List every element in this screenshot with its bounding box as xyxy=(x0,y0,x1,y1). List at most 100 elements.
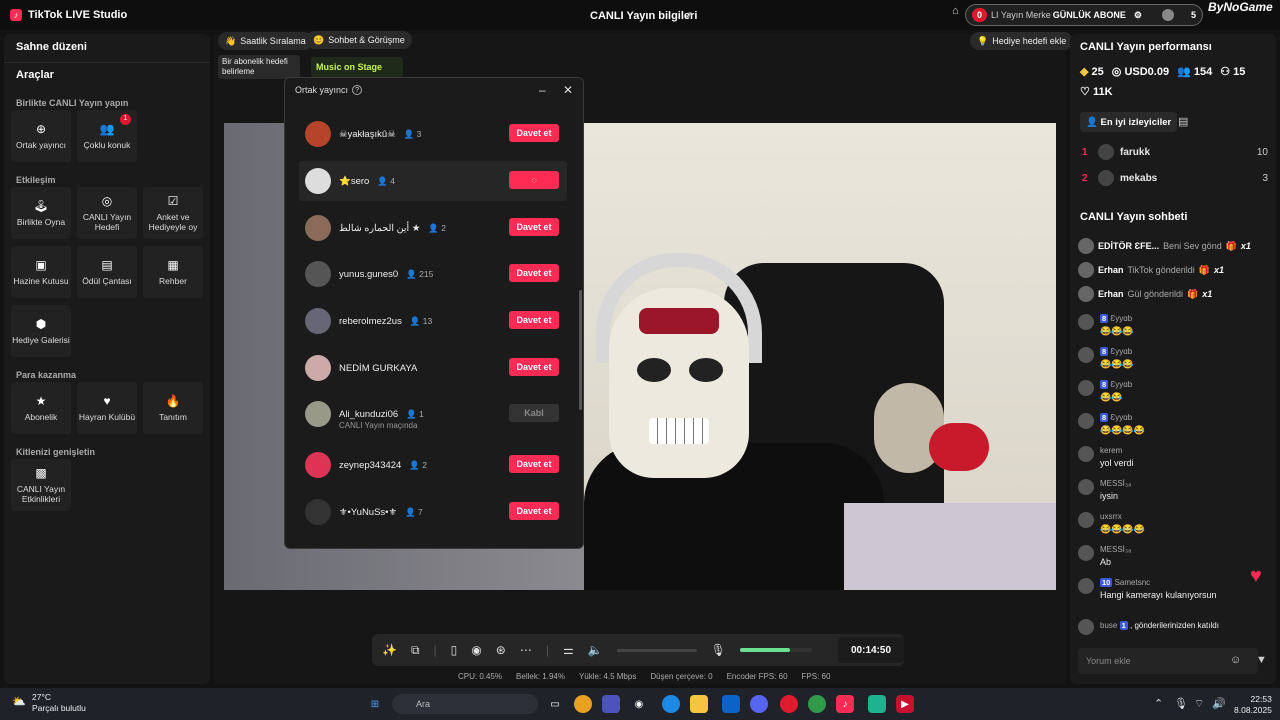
invite-button[interactable]: Davet et xyxy=(509,502,559,520)
co-host-row: ⚜•YuNuSs•⚜ 👤 7 Davet et xyxy=(299,492,567,532)
tile-promote[interactable]: 🔥 Tanıtım xyxy=(143,382,203,434)
like-heart-icon: ♥ xyxy=(1250,565,1262,587)
task-view-icon[interactable]: ▭ xyxy=(546,695,564,713)
chrome-alt-icon[interactable] xyxy=(808,695,826,713)
follower-count: 👤 4 xyxy=(377,175,395,186)
tile-subscription[interactable]: ★ Abonelik xyxy=(11,382,71,434)
avatar xyxy=(1078,238,1094,254)
chat-message: 8 Ɛyyɑb 😂😂😂 xyxy=(1078,347,1263,375)
screen-icon[interactable]: ⧉ xyxy=(411,643,420,658)
divider xyxy=(4,62,210,63)
mic-icon[interactable]: 🎙 xyxy=(711,643,726,657)
invite-button[interactable]: Davet et xyxy=(509,218,559,236)
dialog-scrollbar[interactable] xyxy=(579,290,582,410)
follower-count: 👤 13 xyxy=(409,315,433,326)
title-bar: ♪ TikTok LIVE Studio CANLI Yayın bilgile… xyxy=(0,0,1280,30)
tile-play-together[interactable]: 🕹 Birlikte Oyna xyxy=(11,187,71,239)
emoji-icon[interactable]: ☺ xyxy=(1230,654,1241,666)
live-center[interactable]: ⌂ xyxy=(952,5,959,17)
avatar xyxy=(305,355,331,381)
avatar xyxy=(305,401,331,427)
inviting-button[interactable]: ◌ xyxy=(509,171,559,189)
avatar xyxy=(305,215,331,241)
invite-button[interactable]: Davet et xyxy=(509,358,559,376)
tray-volume-icon[interactable]: 🔊 xyxy=(1212,697,1226,710)
level-badge: 10 xyxy=(1100,578,1113,587)
filter-icon[interactable]: ▼ xyxy=(1256,654,1267,666)
invite-button[interactable]: Davet et xyxy=(509,311,559,329)
diamond-icon: ◆ xyxy=(1080,66,1089,78)
tray-network-icon[interactable]: ⌔ xyxy=(1194,697,1204,711)
mixer-icon[interactable]: ⚌ xyxy=(563,643,574,657)
tray-chevron-icon[interactable]: ⌃ xyxy=(1154,697,1163,710)
tile-treasure-box[interactable]: ▣ Hazine Kutusu xyxy=(11,246,71,298)
accept-button[interactable]: Kabl xyxy=(509,404,559,422)
invite-button[interactable]: Davet et xyxy=(509,455,559,473)
game-app-icon[interactable] xyxy=(868,695,886,713)
tiktok-live-studio-icon[interactable]: ♪ xyxy=(836,695,854,713)
tile-co-host[interactable]: ⊕ Ortak yayıncı xyxy=(11,110,71,162)
gift-icon: 🎁 xyxy=(1198,264,1210,275)
outlook-icon[interactable] xyxy=(722,695,740,713)
live-info-title[interactable]: CANLI Yayın bilgileri xyxy=(590,10,697,22)
taskbar-search[interactable]: Ara xyxy=(392,694,538,714)
share-icon[interactable]: ↗ xyxy=(684,9,693,22)
sub-goal-widget[interactable]: Bir abonelik hedefi belirleme xyxy=(218,55,300,79)
tile-live-events[interactable]: ▩ CANLI Yayın Etkinlikleri xyxy=(11,459,71,511)
discord-icon[interactable] xyxy=(750,695,768,713)
speaker-volume-slider[interactable] xyxy=(616,648,697,652)
hourly-ranking-chip[interactable]: 👋 Saatlik Sıralama xyxy=(218,32,313,50)
invite-button[interactable]: Davet et xyxy=(509,124,559,142)
speaker-icon[interactable]: 🔈 xyxy=(588,643,603,657)
tile-fan-club[interactable]: ♥ Hayran Kulübü xyxy=(77,382,137,434)
home-icon[interactable]: ⌂ xyxy=(952,5,959,17)
rank-row[interactable]: 2 mekabs 3 xyxy=(1082,170,1268,186)
magic-icon[interactable]: ✨ xyxy=(382,643,397,657)
fps-stat: FPS: 60 xyxy=(801,672,831,681)
like-icon: ♡ xyxy=(1080,86,1090,98)
teams-icon[interactable] xyxy=(602,695,620,713)
tile-live-goal[interactable]: ◎ CANLI Yayın Hedefi xyxy=(77,187,137,239)
add-gift-goal-chip[interactable]: 💡 Hediye hedefi ekle xyxy=(970,32,1074,50)
invite-button[interactable]: Davet et xyxy=(509,264,559,282)
avatar xyxy=(1078,413,1094,429)
windows-start-icon[interactable]: ⊞ xyxy=(366,695,384,713)
chat-message: 8 Ɛyyɑb 😂😂😂😂 xyxy=(1078,413,1263,441)
close-icon[interactable]: ✕ xyxy=(563,83,573,97)
edge-icon[interactable] xyxy=(662,695,680,713)
clock[interactable]: 22:53 8.08.2025 xyxy=(1234,694,1272,716)
tile-poll[interactable]: ☑ Anket ve Hediyeyle oy xyxy=(143,187,203,239)
tile-guide[interactable]: ▦ Rehber xyxy=(143,246,203,298)
help-icon[interactable]: ? xyxy=(352,85,363,95)
phone-icon[interactable]: ▯ xyxy=(451,643,458,657)
more-icon[interactable]: ⋯ xyxy=(520,643,532,657)
co-host-name: أين الحماره شالط ★ xyxy=(339,222,421,234)
minimize-icon[interactable]: – xyxy=(539,83,546,97)
chrome-icon[interactable] xyxy=(574,695,592,713)
tile-multi-guest[interactable]: 1 👥 Çoklu konuk xyxy=(77,110,137,162)
opera-icon[interactable] xyxy=(780,695,798,713)
bag-icon: ▤ xyxy=(101,258,113,273)
tile-reward-bag[interactable]: ▤ Ödül Çantası xyxy=(77,246,137,298)
music-on-stage-widget[interactable]: Music on Stage xyxy=(311,57,403,77)
avatar xyxy=(1098,170,1114,186)
weather-widget[interactable]: ⛅ 27°C Parçalı bulutlu xyxy=(12,692,86,714)
tile-gift-gallery[interactable]: ⬢ Hediye Galerisi xyxy=(11,305,71,357)
scene-title: Sahne düzeni xyxy=(16,41,87,53)
file-explorer-icon[interactable] xyxy=(690,695,708,713)
mic-volume-slider[interactable] xyxy=(739,648,812,652)
chat-call-chip[interactable]: 😊 Sohbet & Görüşme xyxy=(306,31,412,49)
overlay-text: GÜNLÜK ABONE xyxy=(1052,10,1126,20)
rank-row[interactable]: 1 farukk 10 xyxy=(1082,144,1268,160)
co-host-name: reberolmez2us xyxy=(339,315,402,327)
top-viewers-tab[interactable]: 👤 En iyi izleyiciler xyxy=(1080,112,1178,132)
camera-app-icon[interactable]: ◉ xyxy=(630,695,648,713)
list-icon[interactable]: ▤ xyxy=(1178,115,1188,128)
camera-switch-icon[interactable]: ⊛ xyxy=(496,643,506,657)
dropped-frames-stat: Düşen çerçeve: 0 xyxy=(650,672,713,681)
media-app-icon[interactable]: ▶ xyxy=(896,695,914,713)
tray-mic-icon[interactable]: 🎙 xyxy=(1174,697,1188,710)
bulb-icon: 💡 xyxy=(977,35,989,46)
avatar xyxy=(1078,619,1094,635)
record-icon[interactable]: ◉ xyxy=(471,643,481,657)
